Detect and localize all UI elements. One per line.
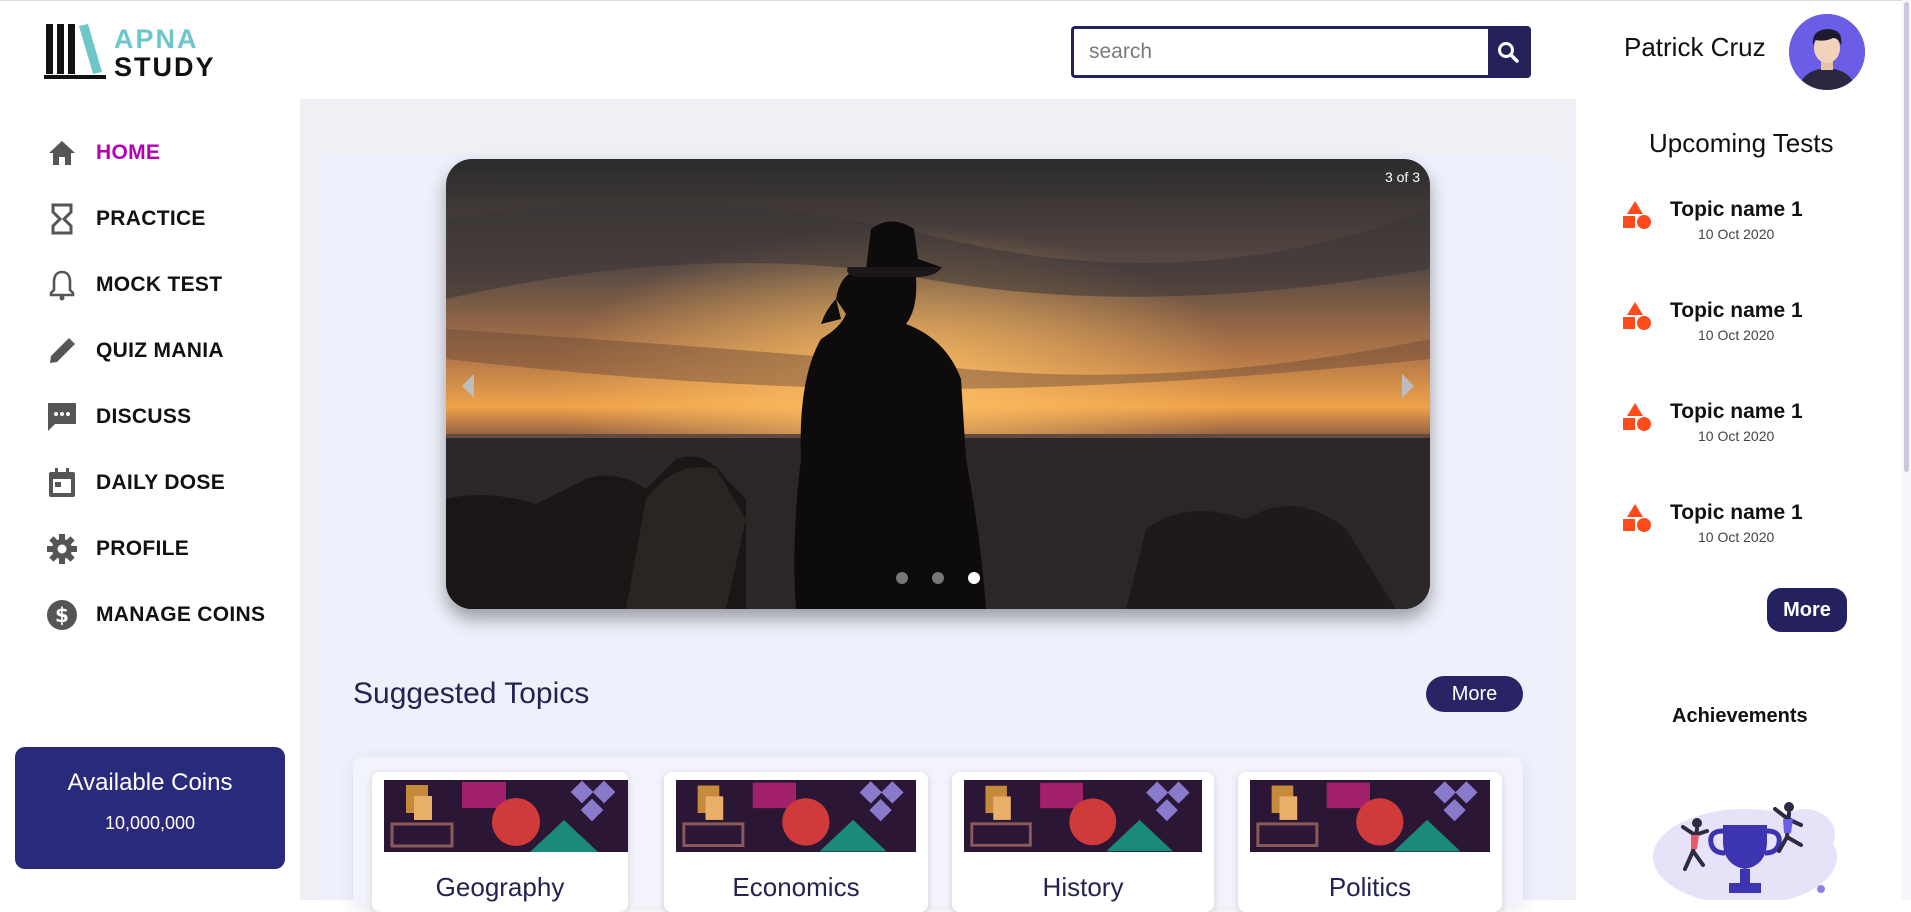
- test-name: Topic name 1: [1670, 198, 1803, 221]
- page-scrollbar[interactable]: [1902, 0, 1911, 900]
- achievements-title: Achievements: [1672, 705, 1808, 727]
- search-input[interactable]: [1074, 29, 1488, 75]
- user-avatar-icon: [1789, 14, 1865, 90]
- topic-card-image: [676, 780, 916, 852]
- test-date: 10 Oct 2020: [1698, 428, 1775, 444]
- pencil-icon: [44, 333, 80, 369]
- dollar-icon: $: [44, 597, 80, 633]
- carousel-dot[interactable]: [932, 572, 944, 584]
- shapes-icon: [1623, 201, 1651, 229]
- search-button[interactable]: [1488, 29, 1528, 75]
- upcoming-test-item[interactable]: Topic name 1 10 Oct 2020: [1621, 297, 1871, 357]
- calendar-icon: [44, 465, 80, 501]
- sidebar-item-label: PRACTICE: [96, 207, 206, 230]
- brand-line-2: STUDY: [114, 52, 216, 82]
- topic-card-history[interactable]: History: [952, 772, 1214, 912]
- topic-name: Politics: [1328, 872, 1412, 902]
- carousel-indicators: [446, 572, 1430, 584]
- top-border: [0, 0, 1911, 6]
- sidebar-item-profile[interactable]: PROFILE: [44, 516, 294, 582]
- topic-name: Economics: [732, 872, 860, 902]
- suggested-topics-title: Suggested Topics: [353, 677, 590, 710]
- sidebar-item-label: MANAGE COINS: [96, 603, 266, 626]
- topic-card-politics[interactable]: Politics: [1238, 772, 1502, 912]
- upcoming-tests-title: Upcoming Tests: [1649, 128, 1834, 158]
- topic-card-economics[interactable]: Economics: [664, 772, 928, 912]
- carousel-slide-image: [446, 159, 1430, 609]
- upcoming-test-item[interactable]: Topic name 1 10 Oct 2020: [1621, 398, 1871, 458]
- shapes-icon: [1623, 302, 1651, 330]
- available-coins-card[interactable]: Available Coins 10,000,000: [15, 747, 285, 869]
- hourglass-icon: [44, 201, 80, 237]
- svg-text:$: $: [55, 603, 69, 627]
- test-name: Topic name 1: [1670, 400, 1803, 423]
- test-date: 10 Oct 2020: [1698, 529, 1775, 545]
- logo[interactable]: APNA STUDY: [44, 22, 224, 82]
- coins-title: Available Coins: [67, 769, 233, 796]
- brand-line-1: APNA: [114, 24, 199, 54]
- sidebar-item-label: DISCUSS: [96, 405, 192, 428]
- chat-icon: [44, 399, 80, 435]
- sidebar-item-home[interactable]: HOME: [44, 120, 294, 186]
- sidebar-item-label: PROFILE: [96, 537, 190, 560]
- shapes-icon: [1623, 504, 1651, 532]
- avatar[interactable]: [1789, 14, 1865, 90]
- topic-card-geography[interactable]: Geography: [372, 772, 628, 912]
- sidebar-item-label: QUIZ MANIA: [96, 339, 224, 362]
- sidebar-item-label: DAILY DOSE: [96, 471, 226, 494]
- test-name: Topic name 1: [1670, 299, 1803, 322]
- books-logo-icon: [44, 24, 106, 79]
- carousel-dot[interactable]: [896, 572, 908, 584]
- topic-card-image: [964, 780, 1202, 852]
- sidebar-item-mock-test[interactable]: MOCK TEST: [44, 252, 294, 318]
- carousel-dot-active[interactable]: [968, 572, 980, 584]
- carousel-next-button[interactable]: [1398, 371, 1418, 401]
- sidebar-item-quiz-mania[interactable]: QUIZ MANIA: [44, 318, 294, 384]
- slide-counter: 3 of 3: [1384, 169, 1420, 185]
- sidebar-item-manage-coins[interactable]: $ MANAGE COINS: [44, 582, 294, 648]
- shapes-icon: [1623, 403, 1651, 431]
- sidebar-item-practice[interactable]: PRACTICE: [44, 186, 294, 252]
- sidebar-item-label: MOCK TEST: [96, 273, 223, 296]
- chevron-left-icon: [462, 374, 474, 398]
- gear-icon: [44, 531, 80, 567]
- sidebar-nav: HOME PRACTICE MOCK TEST QUIZ MANIA DISCU…: [44, 120, 294, 648]
- upcoming-more-button[interactable]: More: [1767, 588, 1847, 632]
- suggested-more-button[interactable]: More: [1426, 676, 1523, 712]
- upcoming-test-item[interactable]: Topic name 1 10 Oct 2020: [1621, 499, 1871, 559]
- topic-name: Geography: [435, 872, 565, 902]
- sidebar-item-discuss[interactable]: DISCUSS: [44, 384, 294, 450]
- upcoming-test-item[interactable]: Topic name 1 10 Oct 2020: [1621, 196, 1871, 256]
- topic-card-image: [1250, 780, 1490, 852]
- user-name[interactable]: Patrick Cruz: [1624, 32, 1766, 63]
- sidebar-item-daily-dose[interactable]: DAILY DOSE: [44, 450, 294, 516]
- scrollbar-thumb[interactable]: [1904, 2, 1909, 472]
- chevron-right-icon: [1402, 374, 1414, 398]
- test-date: 10 Oct 2020: [1698, 327, 1775, 343]
- topic-card-image: [384, 780, 628, 852]
- carousel-prev-button[interactable]: [458, 371, 478, 401]
- search-icon: [1498, 42, 1519, 63]
- home-icon: [44, 135, 80, 171]
- test-date: 10 Oct 2020: [1698, 226, 1775, 242]
- bell-icon: [44, 267, 80, 303]
- search-bar: [1071, 26, 1531, 78]
- test-name: Topic name 1: [1670, 501, 1803, 524]
- coins-value: 10,000,000: [104, 813, 196, 833]
- topic-name: History: [1042, 872, 1124, 902]
- sidebar-item-label: HOME: [96, 141, 161, 164]
- image-carousel[interactable]: 3 of 3: [446, 159, 1430, 609]
- trophy-illustration-icon: [1653, 802, 1837, 900]
